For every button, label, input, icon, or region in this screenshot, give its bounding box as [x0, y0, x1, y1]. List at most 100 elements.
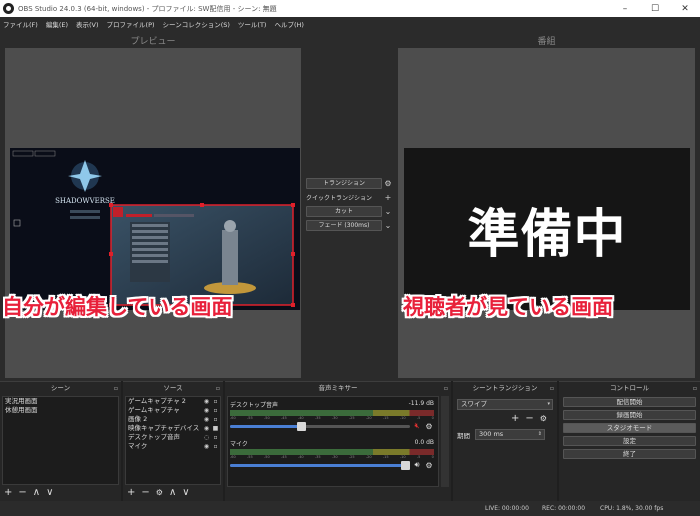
lock-icon[interactable]: ▫ [211, 415, 220, 424]
maximize-button[interactable]: ☐ [640, 4, 670, 14]
studio-mode-button[interactable]: スタジオモード [563, 423, 696, 433]
scene-item[interactable]: 休憩用画面 [3, 406, 118, 415]
gear-icon[interactable]: ⚙ [156, 487, 163, 499]
menu-scene-collection[interactable]: シーンコレクション(S) [163, 19, 230, 29]
meter-tick-label: -15 [382, 416, 389, 420]
speaker-icon[interactable]: 🔊︎ [410, 460, 424, 470]
eye-icon[interactable]: ◌ [202, 433, 211, 442]
remove-icon[interactable]: − [18, 487, 26, 499]
float-icon[interactable]: ▫ [550, 382, 554, 395]
volume-slider[interactable] [230, 421, 410, 431]
chevron-down-icon: ▾ [547, 401, 550, 407]
menu-help[interactable]: ヘルプ(H) [274, 19, 303, 29]
rec-status: REC: 00:00:00 [542, 505, 586, 512]
meter-tick-label: -50 [263, 455, 270, 459]
preview-annotation: 自分が編集している画面 [2, 295, 233, 319]
eye-icon[interactable]: ◉ [202, 406, 211, 415]
scene-item[interactable]: 実況用画面 [3, 397, 118, 406]
float-icon[interactable]: ▫ [444, 382, 448, 395]
scenes-title: シーン ▫ [0, 382, 121, 395]
duration-spinbox[interactable]: 300 ms ⇕ [475, 429, 545, 440]
fade-button[interactable]: フェード (300ms) [306, 219, 382, 231]
add-icon[interactable]: + [127, 487, 135, 499]
cut-button[interactable]: カット [306, 205, 382, 217]
lock-icon[interactable]: ▫ [211, 397, 220, 406]
transition-button[interactable]: トランジション [306, 177, 382, 189]
float-icon[interactable]: ▫ [693, 382, 697, 395]
source-item[interactable]: ゲームキャプチャ ◉ ▫ [126, 406, 220, 415]
move-up-icon[interactable]: ∧ [169, 487, 176, 499]
lock-icon[interactable]: ▫ [211, 406, 220, 415]
meter-tick-label: -35 [314, 416, 321, 420]
source-item[interactable]: ゲームキャプチャ 2 ◉ ▫ [126, 397, 220, 406]
minimize-button[interactable]: – [610, 4, 640, 14]
scene-transitions-title: シーントランジション ▫ [453, 382, 557, 395]
gear-icon[interactable]: ⚙ [424, 422, 434, 431]
meter-tick-label: -35 [314, 455, 321, 459]
sources-title: ソース ▫ [123, 382, 223, 395]
gear-icon[interactable]: ⚙ [424, 461, 434, 470]
eye-icon[interactable]: ◉ [202, 415, 211, 424]
start-recording-button[interactable]: 録画開始 [563, 410, 696, 420]
menu-view[interactable]: 表示(V) [76, 19, 99, 29]
float-icon[interactable]: ▫ [216, 382, 220, 395]
mixer-title: 音声ミキサー ▫ [225, 382, 451, 395]
chevron-down-icon[interactable]: ⌄ [382, 207, 394, 216]
source-item[interactable]: 映像キャプチャデバイス ◉ ■ [126, 424, 220, 433]
meter-tick-label: -5 [416, 416, 421, 420]
duration-label: 期間 [457, 431, 470, 440]
mixer-scrollbar[interactable] [441, 396, 449, 487]
preview-canvas[interactable]: SHADOWVERSE [10, 148, 300, 310]
gear-icon[interactable]: ⚙ [382, 179, 394, 188]
transition-select[interactable]: スワイプ ▾ [457, 399, 553, 410]
meter-tick-label: -30 [331, 416, 338, 420]
meter-tick-label: -25 [348, 455, 355, 459]
meter-tick-label: -60 [230, 455, 236, 459]
menu-file[interactable]: ファイル(F) [3, 19, 38, 29]
move-up-icon[interactable]: ∧ [33, 487, 40, 499]
meter-tick-label: -45 [280, 455, 287, 459]
settings-button[interactable]: 設定 [563, 436, 696, 446]
start-streaming-button[interactable]: 配信開始 [563, 397, 696, 407]
lock-icon[interactable]: ■ [211, 424, 220, 433]
lock-icon[interactable]: ▫ [211, 433, 220, 442]
meter-ticks: -60 -55 -50 -45 -40 -35 -30 -25 -20 -15 -10 -5 0 [230, 416, 434, 420]
meter-tick-label: -45 [280, 416, 287, 420]
gear-icon[interactable]: ⚙ [540, 414, 547, 423]
scenes-toolbar: + − ∧ ∨ [4, 487, 59, 499]
close-button[interactable]: ✕ [670, 4, 700, 14]
remove-icon[interactable]: − [141, 487, 149, 499]
remove-icon[interactable]: − [525, 413, 533, 424]
volume-slider-knob[interactable] [296, 421, 306, 431]
float-icon[interactable]: ▫ [114, 382, 118, 395]
add-icon[interactable]: + [382, 193, 394, 202]
menu-edit[interactable]: 編集(E) [46, 19, 68, 29]
spin-arrows-icon[interactable]: ⇕ [538, 430, 542, 439]
eye-icon[interactable]: ◉ [202, 424, 211, 433]
muted-speaker-icon[interactable]: 🔇︎ [410, 421, 424, 431]
source-item[interactable]: デスクトップ音声 ◌ ▫ [126, 433, 220, 442]
exit-button[interactable]: 終了 [563, 449, 696, 459]
meter-tick-label: -55 [246, 416, 253, 420]
menu-tools[interactable]: ツール(T) [238, 19, 267, 29]
preview-label: プレビュー [130, 37, 176, 47]
chevron-down-icon[interactable]: ⌄ [382, 221, 394, 230]
studio-area: プレビュー 番組 SHADOWVERSE 準備中 自分が編集している画面 視聴者… [0, 31, 700, 381]
volume-slider[interactable] [230, 460, 410, 470]
source-item[interactable]: 画像 2 ◉ ▫ [126, 415, 220, 424]
scenes-dock: シーン ▫ 実況用画面 休憩用画面 + − ∧ ∨ [0, 381, 121, 501]
eye-icon[interactable]: ◉ [202, 397, 211, 406]
lock-icon[interactable]: ▫ [211, 442, 220, 451]
add-icon[interactable]: + [4, 487, 12, 499]
controls-dock: コントロール ▫ 配信開始 録画開始 スタジオモード 設定 終了 [559, 381, 700, 501]
live-status: LIVE: 00:00:00 [485, 505, 529, 512]
volume-slider-knob[interactable] [401, 460, 410, 470]
game-logo-text: SHADOWVERSE [55, 197, 115, 205]
eye-icon[interactable]: ◉ [202, 442, 211, 451]
menu-profile[interactable]: プロファイル(P) [107, 19, 155, 29]
preview-panel[interactable]: SHADOWVERSE [5, 48, 301, 378]
add-icon[interactable]: + [511, 413, 519, 424]
move-down-icon[interactable]: ∨ [46, 487, 53, 499]
move-down-icon[interactable]: ∨ [182, 487, 189, 499]
source-item[interactable]: マイク ◉ ▫ [126, 442, 220, 451]
